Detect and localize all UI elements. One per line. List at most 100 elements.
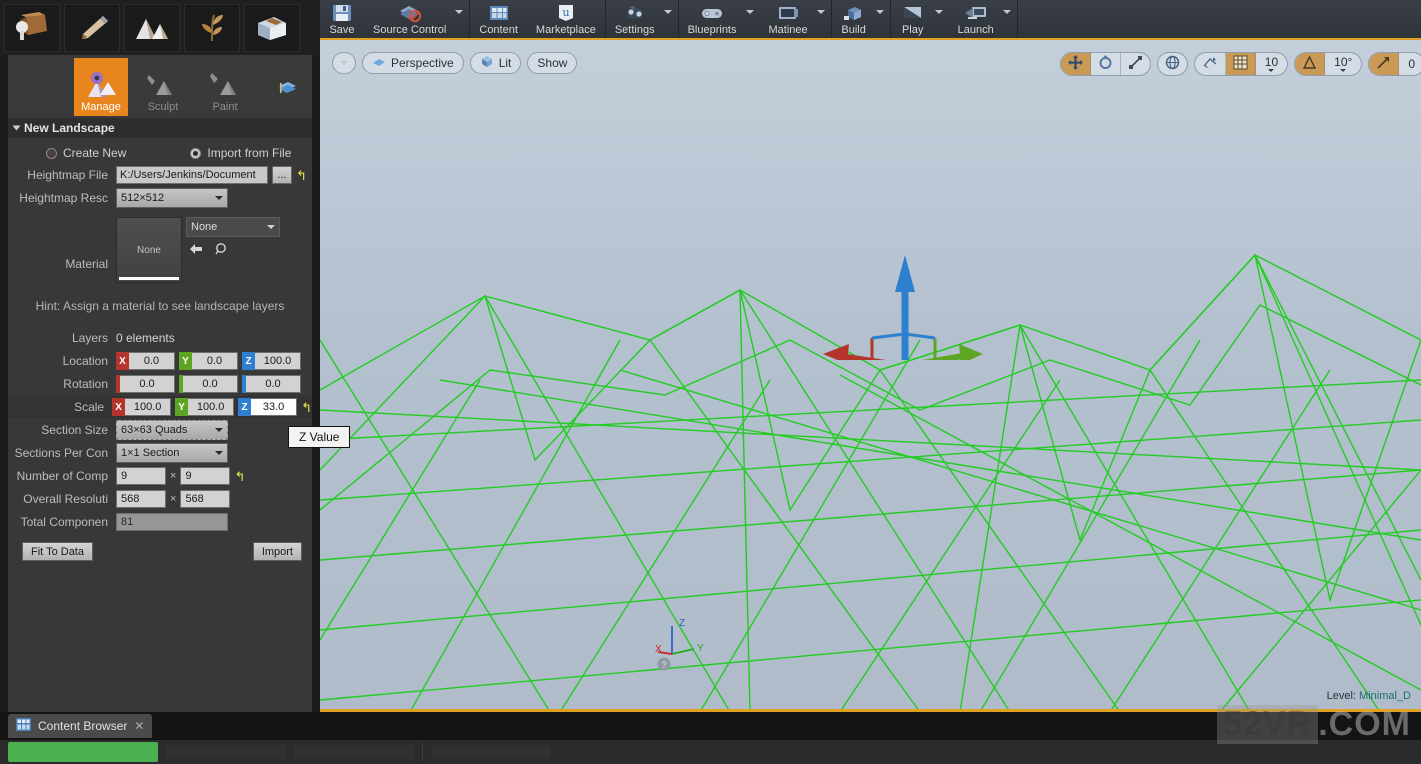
marketplace-button[interactable]: u Marketplace xyxy=(527,0,605,40)
material-row: Material None None xyxy=(8,210,312,286)
rotate-gizmo-button[interactable] xyxy=(1091,53,1121,75)
main-toolbar: Save Source Control Content u Marketplac… xyxy=(320,0,1421,40)
magnifier-icon[interactable] xyxy=(214,242,230,259)
scale-z-input[interactable]: 33.0 xyxy=(251,398,298,416)
level-viewport[interactable]: Perspective Lit Show 10 10° 0 Z Y X ? Le… xyxy=(320,40,1421,712)
scale-snap-toggle[interactable] xyxy=(1369,53,1400,75)
content-browser-import-button[interactable] xyxy=(166,745,286,759)
chevron-down-icon xyxy=(1340,68,1347,72)
back-arrow-icon[interactable] xyxy=(188,242,204,259)
heightmap-file-input[interactable]: K:/Users/Jenkins/Document xyxy=(116,166,268,184)
location-row: Location X 0.0 Y 0.0 Z 100.0 xyxy=(8,350,312,372)
material-select[interactable]: None xyxy=(186,217,280,237)
mode-geometry-editing[interactable] xyxy=(244,4,300,52)
matinee-dropdown[interactable] xyxy=(816,0,831,40)
launch-button[interactable]: Launch xyxy=(949,0,1003,40)
number-of-components-label: Number of Comp xyxy=(16,469,108,483)
heightmap-resolution-select[interactable]: 512×512 xyxy=(116,188,228,208)
rotation-y-input[interactable]: 0.0 xyxy=(183,375,238,393)
viewport-show-button[interactable]: Show xyxy=(527,52,578,74)
mode-foliage[interactable] xyxy=(184,4,240,52)
panel-header[interactable]: New Landscape xyxy=(8,118,312,138)
build-button[interactable]: Build xyxy=(832,0,876,40)
reset-arrow-icon[interactable]: ↰ xyxy=(296,169,307,182)
section-size-select[interactable]: 63×63 Quads xyxy=(116,420,228,440)
reset-arrow-icon[interactable]: ↰ xyxy=(301,401,312,414)
add-new-button[interactable] xyxy=(8,742,158,762)
content-button[interactable]: Content xyxy=(470,0,527,40)
heightmap-file-browse-button[interactable]: ... xyxy=(272,166,292,184)
scale-gizmo-button[interactable] xyxy=(1121,53,1150,75)
viewport-menu-button[interactable] xyxy=(332,52,356,74)
toolbar-group-content: Content u Marketplace xyxy=(470,0,606,40)
location-y-input[interactable]: 0.0 xyxy=(192,352,238,370)
import-button[interactable]: Import xyxy=(252,542,302,561)
content-browser-tab-label: Content Browser xyxy=(38,719,128,733)
grid-snap-value[interactable]: 10 xyxy=(1256,53,1287,75)
scale-x-input[interactable]: 100.0 xyxy=(125,398,172,416)
scale-snap-value[interactable]: 0 xyxy=(1399,53,1421,75)
scale-y-input[interactable]: 100.0 xyxy=(188,398,235,416)
overall-resolution-y-input[interactable]: 568 xyxy=(180,490,231,508)
location-x-input[interactable]: 0.0 xyxy=(129,352,175,370)
layers-value: 0 elements xyxy=(116,331,175,345)
move-gizmo-button[interactable] xyxy=(1060,53,1091,75)
rotation-y[interactable]: 0.0 xyxy=(179,375,238,393)
transform-gizmo[interactable] xyxy=(815,230,995,360)
angle-snap-value[interactable]: 10° xyxy=(1325,53,1361,75)
rotation-z[interactable]: 0.0 xyxy=(242,375,301,393)
surface-snap-toggle[interactable] xyxy=(1195,53,1226,75)
source-control-button[interactable]: Source Control xyxy=(364,0,455,40)
viewport-lit-button[interactable]: Lit xyxy=(469,52,522,74)
reset-arrow-icon[interactable]: ↰ xyxy=(234,470,245,483)
source-control-dropdown[interactable] xyxy=(455,0,469,40)
overall-resolution-x-input[interactable]: 568 xyxy=(116,490,166,508)
blueprints-button[interactable]: Blueprints xyxy=(679,0,746,40)
rotation-z-input[interactable]: 0.0 xyxy=(246,375,301,393)
viewport-perspective-button[interactable]: Perspective xyxy=(362,52,464,74)
mode-place[interactable] xyxy=(4,4,60,52)
sections-per-component-value: 1×1 Section xyxy=(121,447,180,459)
content-browser-path-picker[interactable] xyxy=(431,745,551,759)
grid-snap-toggle[interactable] xyxy=(1225,53,1256,75)
landscape-tool-sculpt[interactable]: Sculpt xyxy=(136,58,190,116)
settings-dropdown[interactable] xyxy=(663,0,678,40)
location-z[interactable]: Z 100.0 xyxy=(242,352,301,370)
scale-z[interactable]: Z 33.0 xyxy=(238,398,298,416)
save-button[interactable]: Save xyxy=(320,0,364,40)
angle-snap-toggle[interactable] xyxy=(1295,53,1326,75)
close-icon[interactable]: ✕ xyxy=(134,719,144,733)
content-browser-save-all-button[interactable] xyxy=(294,745,414,759)
world-coordinate-toggle[interactable] xyxy=(1158,53,1187,75)
rotation-x[interactable]: 0.0 xyxy=(116,375,175,393)
landscape-layers-icon[interactable] xyxy=(276,77,298,100)
location-x[interactable]: X 0.0 xyxy=(116,352,175,370)
fit-to-data-button[interactable]: Fit To Data xyxy=(22,542,93,561)
blueprints-dropdown[interactable] xyxy=(745,0,760,40)
scale-x[interactable]: X 100.0 xyxy=(112,398,172,416)
mode-paint[interactable] xyxy=(64,4,120,52)
location-z-input[interactable]: 100.0 xyxy=(255,352,301,370)
mode-landscape[interactable] xyxy=(124,4,180,52)
content-browser-tab[interactable]: Content Browser ✕ xyxy=(8,714,153,738)
sections-per-component-select[interactable]: 1×1 Section xyxy=(116,443,228,463)
content-browser-toolbar xyxy=(0,740,1421,764)
matinee-button[interactable]: Matinee xyxy=(760,0,817,40)
play-button[interactable]: Play xyxy=(891,0,935,40)
radio-create-new[interactable] xyxy=(46,147,57,159)
components-separator: × xyxy=(170,470,177,482)
landscape-tool-paint[interactable]: Paint xyxy=(198,58,252,116)
help-icon: ? xyxy=(661,660,666,670)
radio-import-from-file[interactable] xyxy=(190,147,202,159)
number-of-components-x-input[interactable]: 9 xyxy=(116,467,166,485)
launch-dropdown[interactable] xyxy=(1002,0,1017,40)
landscape-tool-manage[interactable]: Manage xyxy=(74,57,128,116)
rotation-x-input[interactable]: 0.0 xyxy=(120,375,175,393)
settings-button[interactable]: Settings xyxy=(606,0,664,40)
build-dropdown[interactable] xyxy=(875,0,890,40)
location-y[interactable]: Y 0.0 xyxy=(179,352,238,370)
material-thumbnail[interactable]: None xyxy=(116,217,182,283)
scale-y[interactable]: Y 100.0 xyxy=(175,398,235,416)
number-of-components-y-input[interactable]: 9 xyxy=(180,467,231,485)
play-dropdown[interactable] xyxy=(934,0,949,40)
